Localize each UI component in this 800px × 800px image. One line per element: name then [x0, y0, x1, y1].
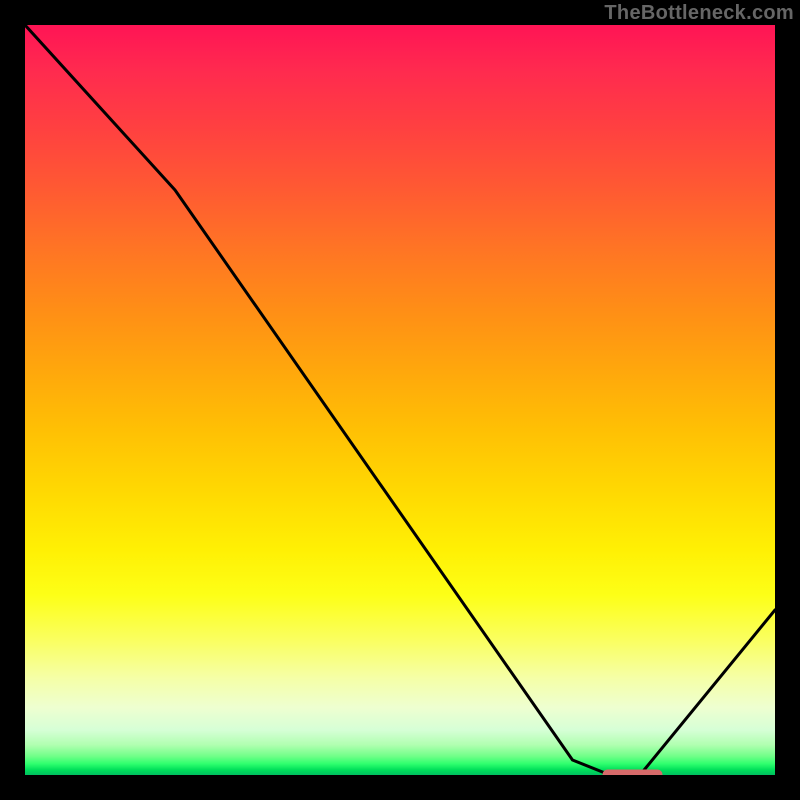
- chart-plot-area: [25, 25, 775, 775]
- bottleneck-curve-line: [25, 25, 775, 775]
- optimal-range-marker: [603, 770, 663, 776]
- chart-svg: [25, 25, 775, 775]
- watermark-text: TheBottleneck.com: [604, 2, 794, 25]
